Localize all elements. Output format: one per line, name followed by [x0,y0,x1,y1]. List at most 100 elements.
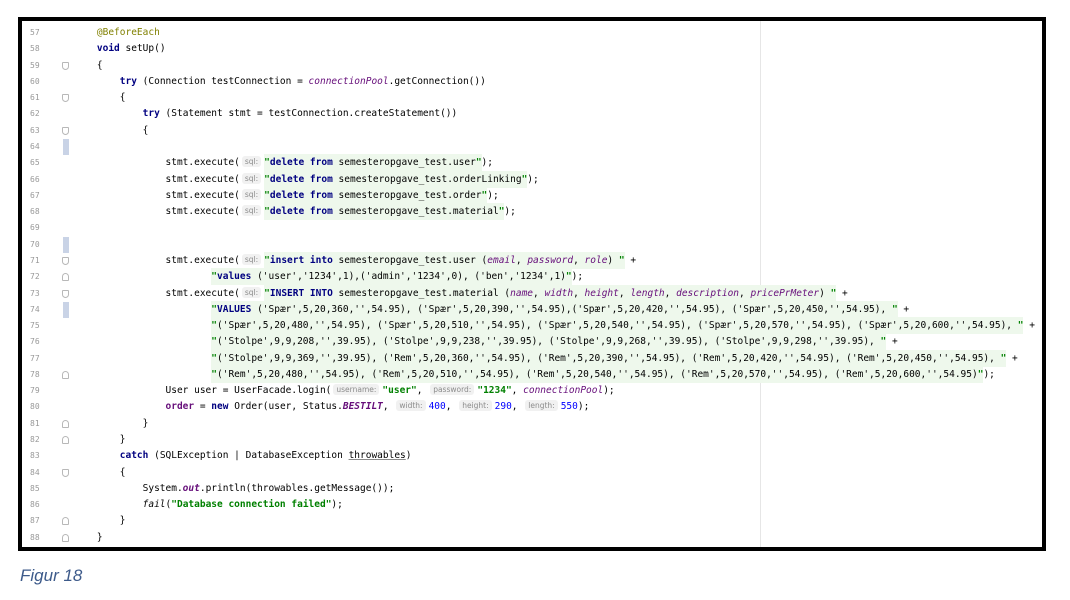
code-token: fail [142,499,166,511]
code-line[interactable]: 76 "('Stolpe',9,9,208,'',39.95), ('Stolp… [22,333,1042,351]
code-token: connectionPool [308,75,389,87]
code-token: order [165,401,195,413]
code-line[interactable]: 81 } [22,416,1042,432]
code-line[interactable]: 58 void setUp() [22,41,1042,57]
code-line[interactable]: 67 stmt.execute(sql: "delete from semeste… [22,186,1042,204]
code-token: ('Stolpe',9,9,208,'',39.95), ('Stolpe',9… [217,333,881,351]
code-token: height [584,284,619,302]
code-line[interactable]: 88 } [22,530,1042,546]
fold-start-icon[interactable] [62,289,69,298]
code-token: "1234" [477,385,512,397]
code-editor-screenshot: 57 @BeforeEach 58 void setUp() 59 {60 try … [18,17,1046,551]
code-text: stmt.execute(sql: "delete from semesterop… [74,186,499,204]
fold-start-icon[interactable] [62,126,69,135]
code-line[interactable]: 82 } [22,432,1042,448]
code-token: width [544,284,574,302]
code-token: INSERT INTO [269,284,333,302]
line-number: 63 [30,125,40,135]
line-number: 61 [30,93,40,103]
code-line[interactable]: 87 } [22,513,1042,529]
code-token: = [194,401,212,413]
code-token: semesteropgave_test.user ( [332,251,488,269]
change-bar-icon [63,138,69,156]
code-line[interactable]: 84 { [22,465,1042,481]
code-text: try (Connection testConnection = connect… [74,74,486,90]
code-token: length [630,284,665,302]
line-number: 87 [30,516,40,526]
code-token: ) [405,450,412,462]
fold-end-icon[interactable] [62,370,69,379]
fold-end-icon[interactable] [62,273,69,282]
fold-start-icon[interactable] [62,94,69,103]
code-token: setUp() [119,43,166,55]
code-text: "values ('user','1234',1),('admin','1234… [74,268,584,286]
code-line[interactable]: 77 "('Stolpe',9,9,369,'',39.95), ('Rem',… [22,349,1042,367]
code-line[interactable]: 61 { [22,90,1042,106]
code-line[interactable]: 65 stmt.execute(sql: "delete from semeste… [22,154,1042,172]
code-line[interactable]: 83 catch (SQLException | DatabaseExcepti… [22,448,1042,464]
code-token: ); [331,499,343,511]
parameter-hint: sql: [241,188,262,200]
code-token: } [74,531,103,543]
code-line[interactable]: 62 try (Statement stmt = testConnection.… [22,106,1042,122]
code-text: catch (SQLException | DatabaseException … [74,448,412,464]
code-line[interactable]: 85 System.out.println(throwables.getMess… [22,481,1042,497]
code-token: semesteropgave_test.material ( [332,284,511,302]
code-line[interactable]: 80 order = new Order(user, Status.BESTIL… [22,399,1042,415]
code-token: , [533,284,545,302]
code-token: + [624,254,637,266]
fold-start-icon[interactable] [62,468,69,477]
code-line[interactable]: 74 "VALUES ('Spær',5,20,360,'',54.95), (… [22,300,1042,319]
code-text: stmt.execute(sql: "delete from semesterop… [74,154,493,172]
code-token: , [382,401,395,413]
code-token: , [416,385,429,397]
code-line[interactable]: 78 "('Rem',5,20,480,'',54.95), ('Rem',5,… [22,365,1042,383]
code-token: ); [504,206,516,218]
fold-start-icon[interactable] [62,256,69,265]
code-line[interactable]: 69 [22,220,1042,236]
code-token: ); [577,401,590,413]
code-token: 290 [494,401,512,413]
code-text: { [74,123,149,139]
code-token: + [886,336,898,348]
code-line[interactable]: 72 "values ('user','1234',1),('admin','1… [22,268,1042,286]
code-line[interactable]: 86 fail("Database connection failed"); [22,497,1042,513]
code-line[interactable]: 73 stmt.execute(sql: "INSERT INTO semeste… [22,284,1042,302]
code-line[interactable]: 66 stmt.execute(sql: "delete from semeste… [22,170,1042,188]
code-token: (SQLException | DatabaseException [148,450,349,462]
fold-end-icon[interactable] [62,436,69,445]
code-line[interactable]: 71 stmt.execute(sql: "insert into semeste… [22,251,1042,269]
code-token: stmt.execute( [74,157,240,169]
fold-end-icon[interactable] [62,517,69,526]
fold-end-icon[interactable] [62,533,69,542]
fold-end-icon[interactable] [62,419,69,428]
code-line[interactable]: 68 stmt.execute(sql: "delete from semeste… [22,203,1042,221]
code-line[interactable]: 75 "('Spær',5,20,480,'',54.95), ('Spær',… [22,317,1042,335]
code-token: stmt.execute( [74,254,240,266]
code-line[interactable]: 59 { [22,58,1042,74]
parameter-hint: sql: [241,156,262,168]
code-line[interactable]: 57 @BeforeEach [22,25,1042,41]
line-number: 73 [30,288,40,298]
code-text: stmt.execute(sql: "insert into semesterop… [74,251,637,269]
line-number: 80 [30,402,40,412]
code-token: ); [571,271,584,283]
code-token: semesteropgave_test.user [332,154,476,172]
code-token: ) [819,284,831,302]
code-line[interactable]: 64 [22,138,1042,156]
code-line[interactable]: 70 [22,236,1042,253]
code-line[interactable]: 79 User user = UserFacade.login(username… [22,383,1042,399]
code-line[interactable]: 63 { [22,123,1042,139]
fold-start-icon[interactable] [62,61,69,70]
code-text: { [74,58,103,74]
code-text: stmt.execute(sql: "delete from semesterop… [74,170,539,188]
editor-lines[interactable]: 57 @BeforeEach 58 void setUp() 59 {60 try … [22,25,1042,546]
code-line[interactable]: 60 try (Connection testConnection = conn… [22,74,1042,90]
code-token: delete from [269,203,333,221]
code-token: delete from [269,186,333,204]
